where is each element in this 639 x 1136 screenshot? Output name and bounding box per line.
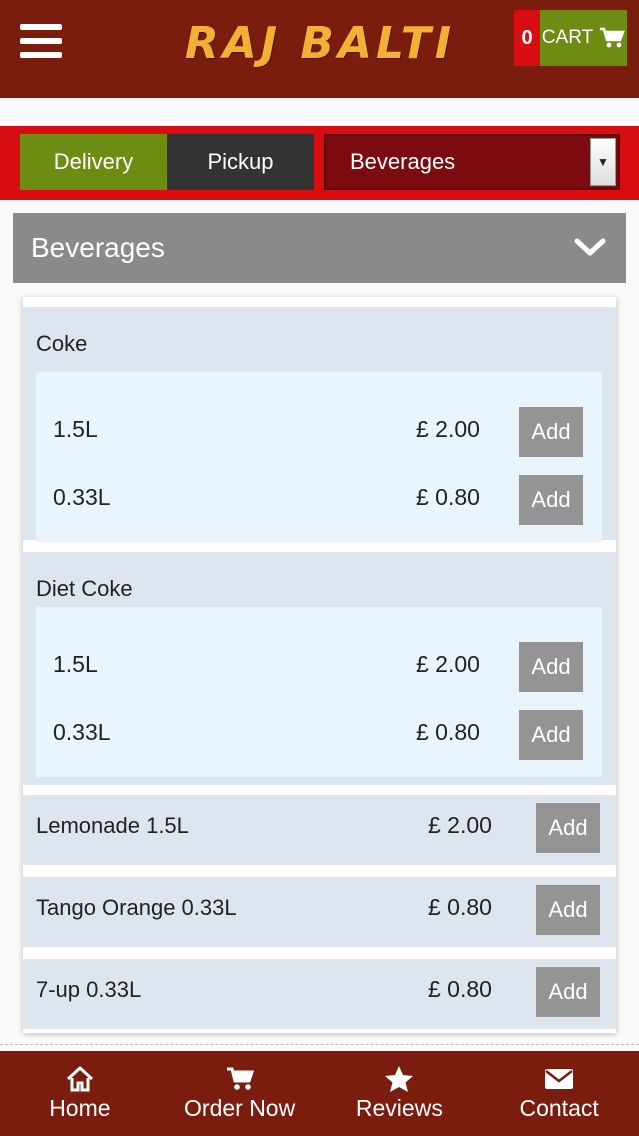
order-type-bar: Delivery Pickup Beverages ▼ [0, 126, 639, 200]
chevron-down-icon [574, 238, 606, 256]
category-header[interactable]: Beverages [13, 213, 626, 283]
variant-name: 0.33L [53, 484, 111, 510]
item-price: £ 0.80 [428, 976, 492, 1002]
cart-label: CART [541, 27, 594, 48]
add-button[interactable]: Add [519, 642, 583, 692]
pickup-tab[interactable]: Pickup [167, 134, 314, 190]
menu-item-list: Coke 1.5L £ 2.00 Add 0.33L £ 0.80 Add Di… [23, 297, 616, 1033]
cart-icon [600, 27, 625, 48]
cart-count-badge: 0 [514, 10, 540, 66]
dropdown-arrow-icon[interactable]: ▼ [590, 138, 616, 186]
nav-contact[interactable]: Contact [479, 1051, 639, 1136]
variant-name: 1.5L [53, 651, 98, 677]
nav-order-now-label: Order Now [184, 1095, 296, 1121]
add-button[interactable]: Add [536, 967, 600, 1017]
nav-contact-label: Contact [519, 1095, 599, 1121]
add-button[interactable]: Add [519, 475, 583, 525]
variant-name: 0.33L [53, 719, 111, 745]
category-title: Beverages [31, 232, 165, 263]
category-select-value: Beverages [350, 149, 456, 174]
nav-order-now[interactable]: Order Now [160, 1051, 320, 1136]
category-select[interactable]: Beverages ▼ [324, 134, 620, 190]
item-name: Coke [36, 331, 88, 356]
item-price: £ 2.00 [428, 812, 492, 838]
cart-button[interactable]: 0 CART [514, 10, 627, 66]
add-button[interactable]: Add [536, 885, 600, 935]
home-icon [66, 1066, 93, 1092]
cart-icon [226, 1067, 254, 1090]
add-button[interactable]: Add [519, 407, 583, 457]
item-name: Tango Orange 0.33L [36, 895, 237, 920]
item-price: £ 0.80 [428, 894, 492, 920]
menu-item-7up: 7-up 0.33L £ 0.80 Add [23, 959, 616, 1029]
menu-icon[interactable] [20, 24, 62, 60]
item-name: 7-up 0.33L [36, 977, 142, 1002]
menu-item-diet-coke: Diet Coke 1.5L £ 2.00 Add 0.33L £ 0.80 A… [23, 552, 616, 785]
variant-list: 1.5L £ 2.00 Add 0.33L £ 0.80 Add [36, 372, 602, 542]
variant-price: £ 0.80 [416, 484, 480, 510]
app-header: RAJ BALTI 0 CART [0, 0, 639, 98]
add-button[interactable]: Add [519, 710, 583, 760]
nav-reviews-label: Reviews [355, 1095, 443, 1121]
variant-list: 1.5L £ 2.00 Add 0.33L £ 0.80 Add [36, 607, 602, 777]
add-button[interactable]: Add [536, 803, 600, 853]
nav-home-label: Home [49, 1095, 111, 1121]
envelope-icon [545, 1069, 574, 1089]
logo[interactable]: RAJ BALTI [170, 14, 470, 74]
menu-item-lemonade: Lemonade 1.5L £ 2.00 Add [23, 795, 616, 865]
variant-price: £ 2.00 [416, 651, 480, 677]
delivery-tab[interactable]: Delivery [20, 134, 167, 190]
nav-reviews[interactable]: Reviews [320, 1051, 480, 1136]
variant-price: £ 2.00 [416, 416, 480, 442]
variant-price: £ 0.80 [416, 719, 480, 745]
menu-item-tango-orange: Tango Orange 0.33L £ 0.80 Add [23, 877, 616, 947]
item-name: Diet Coke [36, 576, 133, 601]
divider [0, 1044, 639, 1045]
bottom-nav: Home Order Now Reviews Contact [0, 1051, 639, 1136]
nav-home[interactable]: Home [0, 1051, 160, 1136]
variant-name: 1.5L [53, 416, 98, 442]
star-icon [385, 1066, 414, 1092]
menu-item-coke: Coke 1.5L £ 2.00 Add 0.33L £ 0.80 Add [23, 307, 616, 542]
item-name: Lemonade 1.5L [36, 813, 189, 838]
